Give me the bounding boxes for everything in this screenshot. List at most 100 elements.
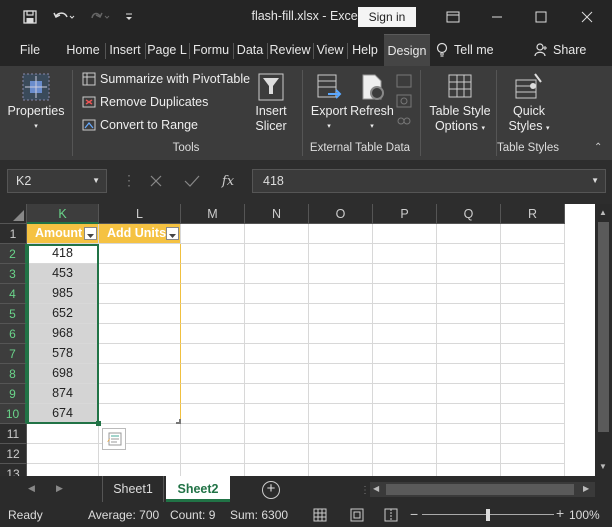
redo-icon[interactable]: [86, 7, 114, 27]
cell-m6[interactable]: [181, 324, 245, 344]
chevron-down-icon[interactable]: ▼: [92, 170, 100, 192]
cell-m10[interactable]: [181, 404, 245, 424]
cell-r1[interactable]: [501, 224, 565, 244]
cell-n8[interactable]: [245, 364, 309, 384]
zoom-slider-thumb[interactable]: [486, 509, 490, 521]
prev-sheet-icon[interactable]: ◀: [28, 483, 35, 494]
cell-o2[interactable]: [309, 244, 373, 264]
row-header-3[interactable]: 3: [0, 264, 27, 284]
tab-file[interactable]: File: [12, 34, 48, 66]
insert-slicer-button[interactable]: Insert Slicer: [250, 72, 292, 134]
cell-p10[interactable]: [373, 404, 437, 424]
tab-design[interactable]: Design: [384, 34, 430, 66]
filter-dropdown-icon[interactable]: [84, 227, 97, 240]
cell-q5[interactable]: [437, 304, 501, 324]
cell-p12[interactable]: [373, 444, 437, 464]
tab-data[interactable]: Data: [234, 34, 266, 66]
cell-m8[interactable]: [181, 364, 245, 384]
cell-n5[interactable]: [245, 304, 309, 324]
cell-n11[interactable]: [245, 424, 309, 444]
maximize-icon[interactable]: [518, 0, 564, 34]
cell-k7[interactable]: 578: [27, 344, 99, 364]
cell-r12[interactable]: [501, 444, 565, 464]
cell-n10[interactable]: [245, 404, 309, 424]
cell-l3[interactable]: [99, 264, 181, 284]
fill-handle[interactable]: [96, 421, 101, 426]
cell-k12[interactable]: [27, 444, 99, 464]
cell-k9[interactable]: 874: [27, 384, 99, 404]
cell-r2[interactable]: [501, 244, 565, 264]
cell-l8[interactable]: [99, 364, 181, 384]
share-button[interactable]: Share: [534, 34, 594, 66]
enter-icon[interactable]: [174, 174, 210, 188]
cell-k4[interactable]: 985: [27, 284, 99, 304]
cell-r3[interactable]: [501, 264, 565, 284]
tab-formulas[interactable]: Formu: [190, 34, 232, 66]
cell-r4[interactable]: [501, 284, 565, 304]
page-layout-view-icon[interactable]: [350, 508, 364, 522]
save-icon[interactable]: [20, 7, 40, 27]
cell-o13[interactable]: [309, 464, 373, 476]
name-box[interactable]: K2 ▼: [7, 169, 107, 193]
customize-qat-icon[interactable]: [122, 7, 136, 27]
horizontal-scrollbar[interactable]: ◀ ▶: [370, 482, 595, 497]
tab-review[interactable]: Review: [268, 34, 312, 66]
cell-o6[interactable]: [309, 324, 373, 344]
quick-styles-button[interactable]: Quick Styles ▾: [500, 72, 558, 136]
cell-l9[interactable]: [99, 384, 181, 404]
row-header-8[interactable]: 8: [0, 364, 27, 384]
cell-k2[interactable]: 418: [27, 244, 99, 264]
cell-p4[interactable]: [373, 284, 437, 304]
cell-r13[interactable]: [501, 464, 565, 476]
cell-l10[interactable]: [99, 404, 181, 424]
column-header-q[interactable]: Q: [437, 204, 501, 224]
column-header-o[interactable]: O: [309, 204, 373, 224]
column-header-m[interactable]: M: [181, 204, 245, 224]
cell-r8[interactable]: [501, 364, 565, 384]
cell-o7[interactable]: [309, 344, 373, 364]
row-header-10[interactable]: 10: [0, 404, 27, 424]
row-header-1[interactable]: 1: [0, 224, 27, 244]
row-header-11[interactable]: 11: [0, 424, 27, 444]
cell-p2[interactable]: [373, 244, 437, 264]
cell-q11[interactable]: [437, 424, 501, 444]
cell-n13[interactable]: [245, 464, 309, 476]
column-header-p[interactable]: P: [373, 204, 437, 224]
cell-q9[interactable]: [437, 384, 501, 404]
column-header-l[interactable]: L: [99, 204, 181, 224]
cell-m9[interactable]: [181, 384, 245, 404]
close-icon[interactable]: [564, 0, 610, 34]
scroll-thumb[interactable]: [598, 222, 609, 432]
zoom-out-button[interactable]: −: [410, 506, 418, 522]
cell-p9[interactable]: [373, 384, 437, 404]
tab-insert[interactable]: Insert: [106, 34, 144, 66]
cell-o8[interactable]: [309, 364, 373, 384]
cell-p6[interactable]: [373, 324, 437, 344]
vertical-scrollbar[interactable]: ▲ ▼: [595, 204, 612, 476]
filter-dropdown-icon[interactable]: [166, 227, 179, 240]
flash-fill-options-button[interactable]: [102, 428, 126, 450]
h-scroll-thumb[interactable]: [386, 484, 574, 495]
table-style-options-button[interactable]: Table Style Options ▾: [428, 72, 492, 136]
tab-split-handle[interactable]: ⋮: [360, 485, 370, 496]
cell-m13[interactable]: [181, 464, 245, 476]
cell-l13[interactable]: [99, 464, 181, 476]
refresh-button[interactable]: Refresh ▾: [350, 72, 394, 134]
cell-q4[interactable]: [437, 284, 501, 304]
cell-k3[interactable]: 453: [27, 264, 99, 284]
scroll-up-icon[interactable]: ▲: [599, 208, 607, 217]
minimize-icon[interactable]: [474, 0, 520, 34]
expand-formula-icon[interactable]: ▼: [591, 170, 599, 192]
cell-m1[interactable]: [181, 224, 245, 244]
zoom-in-button[interactable]: +: [556, 505, 564, 521]
summarize-pivottable-button[interactable]: Summarize with PivotTable: [82, 72, 250, 86]
row-header-2[interactable]: 2: [0, 244, 27, 264]
new-sheet-button[interactable]: +: [262, 481, 280, 499]
undo-icon[interactable]: [50, 7, 78, 27]
formula-input[interactable]: 418 ▼: [252, 169, 606, 193]
cell-l6[interactable]: [99, 324, 181, 344]
sheet-tab-sheet1[interactable]: Sheet1: [102, 476, 164, 502]
sheet-tab-sheet2[interactable]: Sheet2: [166, 476, 230, 502]
cell-r7[interactable]: [501, 344, 565, 364]
cell-l7[interactable]: [99, 344, 181, 364]
